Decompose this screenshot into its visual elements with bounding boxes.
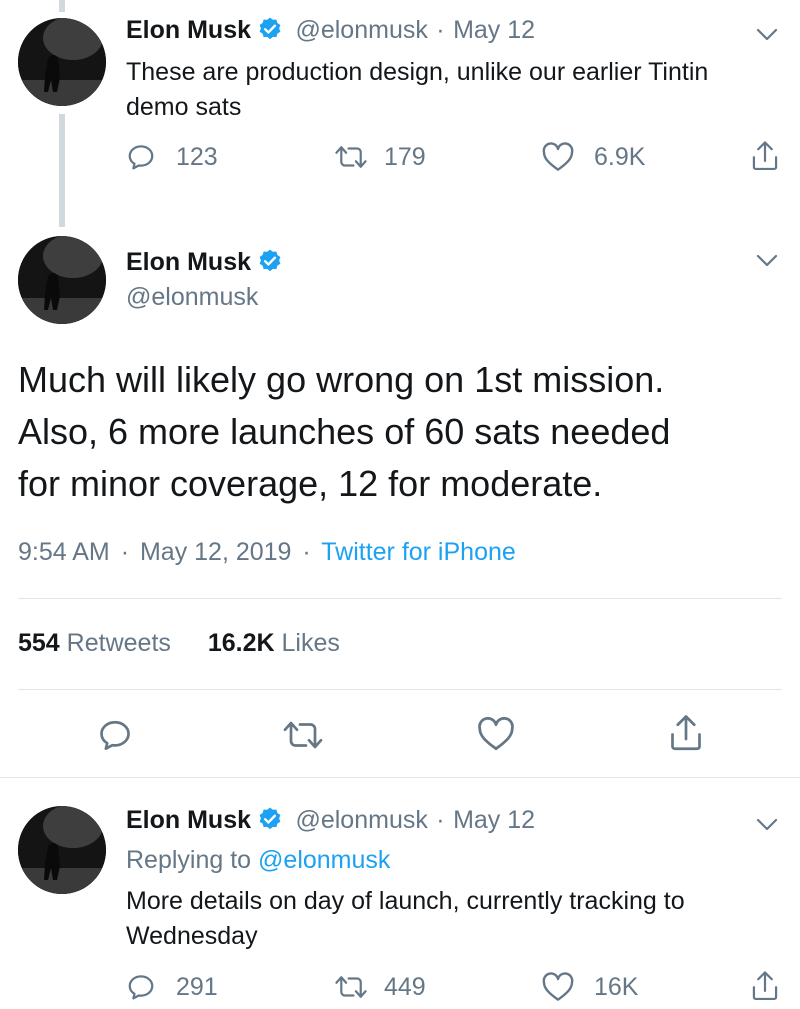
likes-stat[interactable]: 16.2K Likes — [208, 629, 340, 657]
reply-count: 291 — [176, 972, 218, 1001]
avatar[interactable] — [18, 236, 106, 324]
like-icon — [478, 717, 514, 751]
share-button[interactable] — [750, 970, 780, 1002]
retweet-button[interactable] — [282, 717, 324, 753]
tweet-time: 9:54 AM — [18, 538, 110, 566]
tweet-date[interactable]: May 12 — [453, 16, 535, 44]
like-icon — [542, 142, 574, 171]
like-button[interactable] — [477, 717, 515, 751]
reply-icon — [100, 720, 130, 750]
verified-badge-icon — [257, 248, 283, 274]
divider — [18, 689, 782, 690]
replying-to-label: Replying to — [126, 846, 252, 874]
separator-dot: · — [436, 16, 445, 44]
author-handle[interactable]: @elonmusk — [126, 283, 258, 312]
avatar[interactable] — [18, 18, 106, 106]
chevron-down-icon[interactable] — [756, 818, 778, 832]
verified-badge-icon — [257, 806, 283, 832]
retweet-count: 449 — [384, 972, 426, 1001]
author-handle[interactable]: @elonmusk — [295, 806, 427, 834]
retweets-stat[interactable]: 554 Retweets — [18, 629, 171, 657]
retweet-button[interactable]: 449 — [334, 972, 426, 1002]
chevron-down-icon[interactable] — [756, 254, 778, 268]
like-count: 6.9K — [594, 142, 646, 171]
tweet-text-line: Wednesday — [126, 922, 258, 950]
divider — [18, 598, 782, 599]
tweet-date[interactable]: May 12 — [453, 806, 535, 834]
reply-button[interactable]: 123 — [126, 142, 218, 172]
retweet-icon — [335, 976, 367, 998]
thread-line — [59, 114, 65, 227]
replying-to-handle[interactable]: @elonmusk — [258, 846, 390, 874]
likes-label: Likes — [281, 629, 340, 657]
like-button[interactable]: 6.9K — [542, 142, 645, 172]
retweet-button[interactable]: 179 — [334, 142, 426, 172]
tweet-text-line: Also, 6 more launches of 60 sats needed — [18, 411, 671, 452]
tweet-text-line: These are production design, unlike our … — [126, 58, 709, 86]
share-icon — [671, 715, 701, 751]
author-handle[interactable]: @elonmusk — [295, 16, 427, 44]
reply-button[interactable] — [96, 717, 134, 753]
retweet-total: 554 — [18, 629, 60, 657]
separator-dot: · — [302, 538, 311, 566]
replying-to: Replying to @elonmusk — [126, 843, 390, 878]
share-icon — [752, 971, 778, 1001]
tweet-text-line: demo sats — [126, 93, 242, 121]
retweet-icon — [335, 146, 367, 168]
separator-dot: · — [120, 538, 130, 566]
like-count: 16K — [594, 972, 639, 1001]
author-name[interactable]: Elon Musk — [126, 16, 251, 44]
retweet-count: 179 — [384, 142, 426, 171]
separator-dot: · — [436, 806, 445, 834]
thread-line-top — [59, 0, 65, 12]
reply-icon — [128, 145, 154, 170]
share-icon — [752, 141, 778, 171]
chevron-down-icon[interactable] — [756, 28, 778, 42]
author-name[interactable]: Elon Musk — [126, 806, 251, 834]
share-button[interactable] — [668, 713, 704, 753]
tweet-text-line: More details on day of launch, currently… — [126, 887, 685, 915]
like-total: 16.2K — [207, 629, 275, 657]
retweet-icon — [283, 721, 323, 749]
author-name[interactable]: Elon Musk — [126, 248, 251, 276]
reply-button[interactable]: 291 — [126, 972, 218, 1002]
like-icon — [542, 972, 574, 1001]
reply-icon — [128, 975, 154, 1000]
retweets-label: Retweets — [66, 629, 171, 657]
share-button[interactable] — [750, 140, 780, 172]
divider — [0, 777, 800, 778]
tweet-text-line: for minor coverage, 12 for moderate. — [18, 463, 603, 504]
like-button[interactable]: 16K — [542, 972, 638, 1002]
tweet-date: May 12, 2019 — [139, 538, 292, 566]
avatar[interactable] — [18, 806, 106, 894]
tweet-source-link[interactable]: Twitter for iPhone — [321, 538, 516, 566]
tweet-text-line: Much will likely go wrong on 1st mission… — [18, 359, 665, 400]
reply-count: 123 — [176, 142, 218, 171]
verified-badge-icon — [257, 16, 283, 42]
